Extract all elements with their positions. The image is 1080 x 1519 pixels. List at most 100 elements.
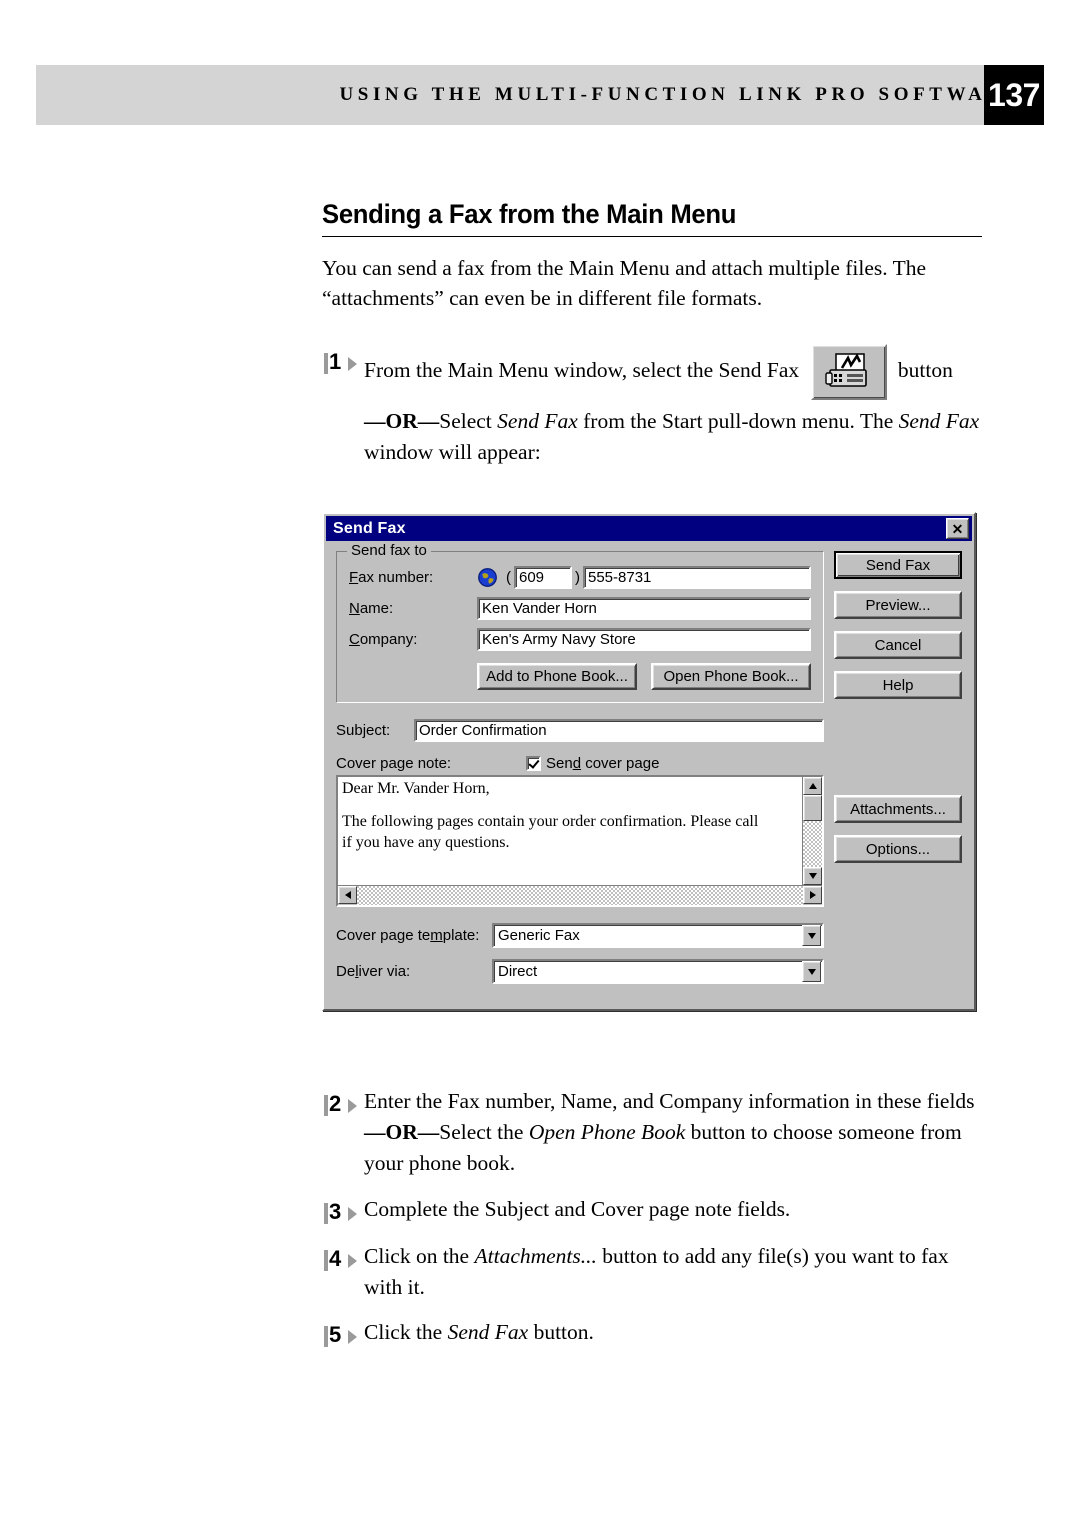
company-input[interactable]: Ken's Army Navy Store (477, 628, 811, 651)
subject-input[interactable]: Order Confirmation (414, 719, 824, 742)
step-2-or-text-a: Select the (439, 1120, 529, 1145)
cover-note-line-3: if you have any questions. (342, 833, 510, 851)
fax-number-input[interactable]: 555-8731 (583, 566, 811, 589)
steps-lower-column: 2 Enter the Fax number, Name, and Compan… (322, 1086, 982, 1356)
fax-machine-icon (824, 352, 867, 387)
cancel-button[interactable]: Cancel (834, 631, 962, 659)
phone-book-buttons: Add to Phone Book... Open Phone Book... (349, 663, 811, 690)
step-1-or-text-b: from the Start pull-down menu. The (577, 408, 899, 433)
help-button[interactable]: Help (834, 671, 962, 699)
step-3-body: Complete the Subject and Cover page note… (364, 1194, 982, 1225)
intro-paragraph: You can send a fax from the Main Menu an… (322, 255, 927, 311)
step-1-text-before: From the Main Menu window, select the Se… (364, 357, 800, 382)
step-number-marker: 4 (322, 1245, 360, 1274)
dialog-left-column: Send fax to Fax number: ( 609 ) 555-8731 (336, 542, 824, 995)
step-number-marker: 5 (322, 1322, 360, 1350)
deliver-via-select[interactable]: Direct (492, 959, 824, 984)
dialog-right-column: Send Fax Preview... Cancel Help Attachme… (834, 551, 962, 995)
cover-note-line-2: The following pages contain your order c… (342, 813, 759, 831)
name-label: Name: (349, 600, 394, 617)
cover-note-line-1: Dear Mr. Vander Horn, (342, 780, 490, 797)
vertical-scroll-thumb[interactable] (803, 795, 822, 821)
cover-page-note-header: Cover page note: Send cover page (336, 755, 824, 772)
name-row: Name: Ken Vander Horn (349, 597, 811, 620)
step-1-text-after: button (897, 357, 953, 382)
step-number: 2 (329, 1091, 342, 1116)
step-2-or-italic-a: Open Phone Book (528, 1120, 686, 1145)
step-5-italic-a: Send Fax (447, 1319, 529, 1344)
deliver-via-value: Direct (498, 963, 538, 980)
step-number: 3 (329, 1198, 342, 1224)
step-1-or-label: —OR— (364, 408, 440, 433)
fax-number-label: Fax number: (349, 569, 434, 586)
step-number: 1 (329, 348, 342, 374)
step-2: 2 Enter the Fax number, Name, and Compan… (322, 1086, 982, 1180)
step-number: 4 (329, 1245, 342, 1271)
preview-button[interactable]: Preview... (834, 591, 962, 619)
step-number-marker: 2 (322, 1091, 360, 1119)
scroll-down-icon[interactable] (803, 867, 822, 885)
step-5: 5 Click the Send Fax button. (322, 1317, 982, 1350)
name-input[interactable]: Ken Vander Horn (477, 597, 811, 620)
send-fax-to-legend: Send fax to (347, 542, 431, 559)
deliver-via-label: Deliver via: (336, 963, 411, 980)
dialog-titlebar[interactable]: Send Fax ✕ (326, 516, 972, 541)
running-title: USING THE MULTI-FUNCTION LINK PRO SOFTWA… (339, 84, 1022, 105)
step-3: 3 Complete the Subject and Cover page no… (322, 1194, 982, 1227)
send-fax-toolbar-icon[interactable] (810, 343, 887, 400)
add-to-phone-book-button[interactable]: Add to Phone Book... (477, 663, 637, 690)
step-2-body: Enter the Fax number, Name, and Company … (364, 1086, 982, 1180)
send-fax-button[interactable]: Send Fax (834, 551, 962, 579)
close-icon[interactable]: ✕ (946, 518, 969, 539)
fax-number-row: Fax number: ( 609 ) 555-8731 (349, 566, 811, 589)
step-arrow-icon (348, 1329, 357, 1344)
deliver-via-row: Deliver via: Direct (336, 959, 824, 984)
subject-label: Subject: (336, 722, 391, 739)
step-3-line-1: Complete the Subject and Cover page note… (364, 1196, 791, 1221)
step-5-body: Click the Send Fax button. (364, 1317, 982, 1348)
cover-page-note-label: Cover page note: (336, 755, 452, 772)
step-4-body: Click on the Attachments... button to ad… (364, 1241, 982, 1303)
send-fax-to-groupbox: Send fax to Fax number: ( 609 ) 555-8731 (336, 542, 824, 703)
scroll-left-icon[interactable] (338, 886, 357, 904)
horizontal-scroll-track[interactable] (357, 886, 803, 905)
right-column-spacer (834, 711, 962, 795)
area-code-input[interactable]: 609 (514, 566, 572, 589)
step-1-body: From the Main Menu window, select the Se… (364, 343, 982, 468)
step-2-line-1: Enter the Fax number, Name, and Company … (364, 1089, 975, 1113)
horizontal-scrollbar[interactable] (338, 885, 822, 905)
area-code-close-paren: ) (575, 569, 580, 586)
vertical-scroll-track[interactable] (803, 821, 822, 867)
step-arrow-icon (348, 356, 357, 371)
scroll-right-icon[interactable] (803, 886, 822, 904)
cover-page-note-textarea[interactable]: Dear Mr. Vander Horn, The following page… (336, 775, 824, 907)
chevron-down-icon[interactable] (802, 961, 821, 982)
company-row: Company: Ken's Army Navy Store (349, 628, 811, 651)
page-number-badge: 137 (984, 65, 1044, 125)
step-4: 4 Click on the Attachments... button to … (322, 1241, 982, 1303)
content-column: Sending a Fax from the Main Menu You can… (322, 199, 982, 474)
cover-page-note-text[interactable]: Dear Mr. Vander Horn, The following page… (338, 777, 802, 885)
scroll-up-icon[interactable] (803, 777, 822, 795)
step-number-marker: 1 (322, 348, 360, 377)
send-fax-dialog[interactable]: Send Fax ✕ Send fax to Fax number: ( 609 (322, 512, 976, 1011)
send-cover-page-checkbox[interactable] (526, 756, 541, 771)
options-button[interactable]: Options... (834, 835, 962, 863)
step-1-or-italic-a: Send Fax (497, 408, 578, 433)
step-1: 1 From the Main Menu window, select the … (322, 343, 982, 468)
dialog-title: Send Fax (333, 519, 406, 537)
step-arrow-icon (348, 1099, 357, 1113)
attachments-button[interactable]: Attachments... (834, 795, 962, 823)
cover-page-template-label: Cover page template: (336, 927, 480, 944)
chevron-down-icon[interactable] (802, 925, 821, 946)
open-phone-book-button[interactable]: Open Phone Book... (651, 663, 811, 690)
step-4-italic-a: Attachments... (474, 1243, 597, 1268)
vertical-scrollbar[interactable] (802, 777, 822, 885)
step-2-or-label: —OR— (364, 1120, 440, 1145)
step-1-or-italic-b: Send Fax (898, 408, 980, 433)
step-number-marker: 3 (322, 1198, 360, 1227)
cover-page-template-select[interactable]: Generic Fax (492, 923, 824, 948)
send-cover-page-label: Send cover page (546, 755, 660, 772)
step-1-or-text-c: window will appear: (364, 439, 541, 464)
send-cover-page-checkbox-group[interactable]: Send cover page (526, 755, 659, 772)
